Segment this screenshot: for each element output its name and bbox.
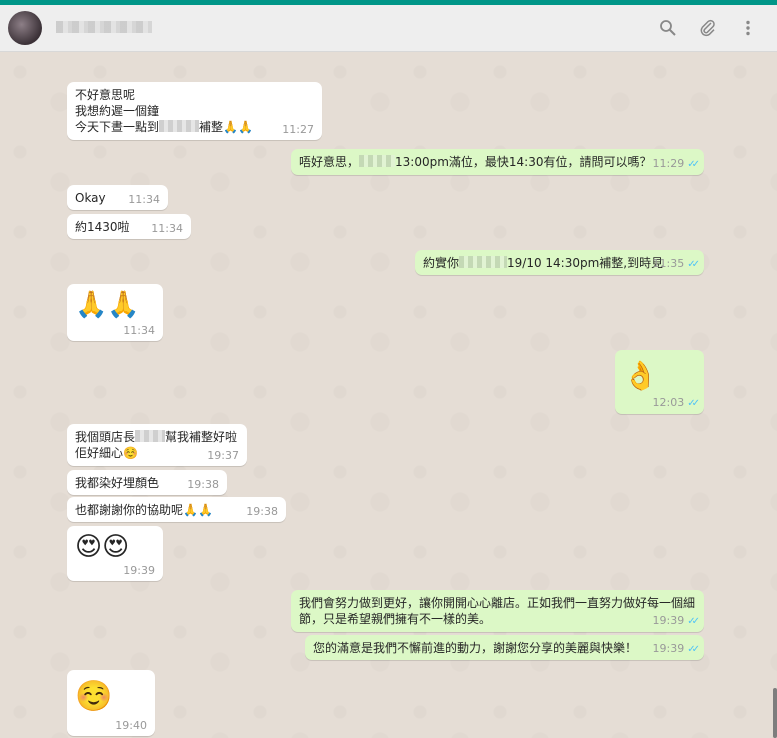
message-time: 11:35 bbox=[652, 257, 685, 270]
read-ticks-icon: ✓✓ bbox=[687, 398, 700, 409]
emoji: 🙏🙏 bbox=[223, 120, 253, 134]
message-outgoing[interactable]: 約實你 19/10 14:30pm補整,到時見 11:35 ✓✓ bbox=[415, 250, 704, 275]
conversation-panel[interactable]: 不好意思呢 我想約遲一個鐘 今天下晝一點到 補整🙏🙏 11:27 唔好意思， 13:… bbox=[0, 52, 777, 738]
message-text: 我個頭店長 bbox=[75, 430, 136, 444]
read-ticks-icon: ✓✓ bbox=[687, 616, 700, 627]
redacted-name bbox=[459, 256, 508, 268]
message-text: 19/10 14:30pm補整,到時見 bbox=[507, 256, 664, 270]
message-outgoing[interactable]: 👌 12:03 ✓✓ bbox=[615, 350, 704, 414]
message-incoming[interactable]: 也都謝謝你的協助呢🙏🙏 19:38 bbox=[67, 497, 286, 522]
emoji: 🙏🙏 bbox=[75, 290, 140, 320]
message-incoming[interactable]: 🙏🙏 11:34 bbox=[67, 284, 163, 341]
message-time: 11:29 bbox=[652, 157, 685, 170]
message-incoming[interactable]: ☺️ 19:40 bbox=[67, 670, 155, 736]
message-outgoing[interactable]: 唔好意思， 13:00pm滿位，最快14:30有位，請問可以嗎？ 11:29 ✓✓ bbox=[291, 149, 704, 175]
message-text: 幫我補整好啦 bbox=[165, 430, 238, 444]
read-ticks-icon: ✓✓ bbox=[687, 159, 700, 170]
message-incoming[interactable]: Okay 11:34 bbox=[67, 185, 168, 210]
paperclip-icon[interactable] bbox=[698, 19, 718, 39]
message-outgoing[interactable]: 您的滿意是我們不懈前進的動力，謝謝您分享的美麗與快樂！ 19:39 ✓✓ bbox=[305, 635, 704, 660]
avatar[interactable] bbox=[8, 11, 42, 45]
message-incoming[interactable]: 約1430啦 11:34 bbox=[67, 214, 191, 239]
message-text: 唔好意思， bbox=[299, 155, 360, 169]
search-icon[interactable] bbox=[658, 19, 678, 39]
redacted-name bbox=[135, 430, 166, 442]
message-text: Okay bbox=[75, 191, 106, 205]
redacted-name bbox=[159, 120, 200, 132]
message-text: 我都染好埋顏色 bbox=[75, 476, 160, 490]
message-time: 19:39 bbox=[123, 564, 155, 577]
emoji: ☺️ bbox=[123, 446, 138, 460]
message-time: 19:37 bbox=[207, 449, 239, 462]
message-time: 11:34 bbox=[128, 193, 160, 206]
message-text: 佢好細心 bbox=[75, 446, 124, 460]
message-time: 19:39 bbox=[652, 642, 685, 655]
message-text: 也都謝謝你的協助呢 bbox=[75, 503, 184, 517]
message-text: 我們會努力做到更好，讓你開開心心離店。正如我們一直努力做好每一個細 bbox=[299, 596, 696, 610]
message-time: 11:34 bbox=[123, 324, 155, 337]
message-time: 11:27 bbox=[282, 123, 314, 136]
redacted-name bbox=[359, 155, 396, 167]
message-incoming[interactable]: 不好意思呢 我想約遲一個鐘 今天下晝一點到 補整🙏🙏 11:27 bbox=[67, 82, 322, 140]
message-time: 19:39 bbox=[652, 614, 685, 627]
message-text: 今天下晝一點到 bbox=[75, 120, 160, 134]
message-text: 約1430啦 bbox=[75, 220, 130, 234]
message-text: 您的滿意是我們不懈前進的動力，謝謝您分享的美麗與快樂！ bbox=[313, 641, 638, 655]
contact-name-redacted[interactable] bbox=[56, 21, 152, 33]
read-ticks-icon: ✓✓ bbox=[687, 259, 700, 270]
message-text: 不好意思呢 bbox=[75, 88, 136, 102]
more-vertical-icon[interactable] bbox=[738, 19, 758, 39]
message-time: 12:03 bbox=[652, 396, 685, 409]
message-incoming[interactable]: 我都染好埋顏色 19:38 bbox=[67, 470, 227, 495]
message-text: 補整 bbox=[199, 120, 224, 134]
emoji: ☺️ bbox=[75, 679, 113, 714]
message-time: 19:38 bbox=[246, 505, 278, 518]
chat-header bbox=[0, 5, 777, 52]
emoji: 😍😍 bbox=[75, 532, 130, 562]
message-outgoing[interactable]: 我們會努力做到更好，讓你開開心心離店。正如我們一直努力做好每一個細 節，只是希望… bbox=[291, 590, 704, 632]
message-incoming[interactable]: 我個頭店長 幫我補整好啦 佢好細心☺️ 19:37 bbox=[67, 424, 247, 466]
message-time: 19:40 bbox=[115, 719, 147, 732]
message-text: 節，只是希望親們擁有不一樣的美。 bbox=[299, 612, 492, 626]
emoji: 🙏🙏 bbox=[183, 503, 213, 517]
message-time: 11:34 bbox=[151, 222, 183, 235]
scrollbar[interactable] bbox=[773, 688, 777, 738]
message-time: 19:38 bbox=[187, 478, 219, 491]
read-ticks-icon: ✓✓ bbox=[687, 644, 700, 655]
emoji: 👌 bbox=[623, 359, 658, 392]
message-text: 我想約遲一個鐘 bbox=[75, 104, 160, 118]
message-incoming[interactable]: 😍😍 19:39 bbox=[67, 526, 163, 581]
message-text: 約實你 bbox=[423, 256, 460, 270]
message-text: 13:00pm滿位，最快14:30有位，請問可以嗎？ bbox=[395, 155, 652, 169]
